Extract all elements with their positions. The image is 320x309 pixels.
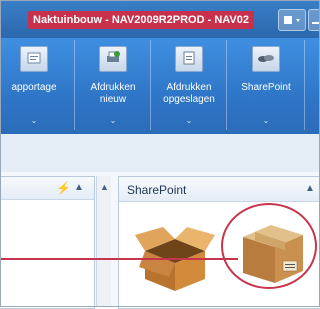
ribbon-label: Afdrukken nieuw: [76, 82, 150, 106]
sharepoint-panel-header: SharePoint ▲: [119, 177, 320, 202]
window-menu-icon: [284, 16, 300, 24]
scroll-up-icon[interactable]: ▲: [100, 182, 109, 192]
ribbon-label: apportage: [11, 82, 57, 93]
print-new-icon: [99, 46, 127, 72]
ribbon-group-rapportage[interactable]: apportage ⌄: [0, 40, 75, 130]
left-panel-header: ⚡ ▲: [0, 177, 94, 200]
annotation-circle: [221, 203, 317, 289]
collapse-up-icon[interactable]: ▲: [74, 182, 84, 193]
chevron-down-icon: ⌄: [30, 116, 38, 125]
scrollbar[interactable]: ▲: [96, 176, 111, 307]
chevron-down-icon: ⌄: [109, 116, 117, 125]
annotation-line: [0, 258, 238, 260]
report-icon: [20, 46, 48, 72]
ribbon-label: SharePoint: [241, 82, 291, 93]
minimize-button[interactable]: [308, 9, 320, 31]
ribbon-group-sharepoint[interactable]: SharePoint ⌄: [228, 40, 305, 130]
title-bar: Naktuinbouw - NAV2009R2PROD - NAV02: [0, 0, 320, 38]
ribbon-bottom-strip: [0, 134, 320, 173]
chevron-down-icon: ⌄: [262, 116, 270, 125]
ribbon-label-text: Afdrukken nieuw: [90, 82, 136, 105]
ribbon-label: Afdrukken opgeslagen: [152, 82, 226, 106]
sharepoint-panel-title: SharePoint: [127, 183, 187, 197]
sharepoint-icon: [252, 46, 280, 72]
print-saved-icon: [175, 46, 203, 72]
window-menu-button[interactable]: [278, 9, 306, 31]
ribbon-label-text: Afdrukken opgeslagen: [163, 82, 215, 105]
left-panel: ⚡ ▲: [0, 176, 95, 309]
minimize-icon: [312, 22, 320, 24]
ribbon-group-afdrukken-nieuw[interactable]: Afdrukken nieuw ⌄: [76, 40, 151, 130]
ribbon: apportage ⌄ Afdrukken nieuw ⌄ Afdrukken op…: [0, 38, 320, 134]
window-title: Naktuinbouw - NAV2009R2PROD - NAV02: [28, 11, 254, 29]
lightning-icon[interactable]: ⚡: [56, 181, 71, 195]
collapse-up-icon[interactable]: ▲: [305, 183, 315, 194]
chevron-down-icon: ⌄: [185, 116, 193, 125]
ribbon-group-afdrukken-opgeslagen[interactable]: Afdrukken opgeslagen ⌄: [152, 40, 227, 130]
